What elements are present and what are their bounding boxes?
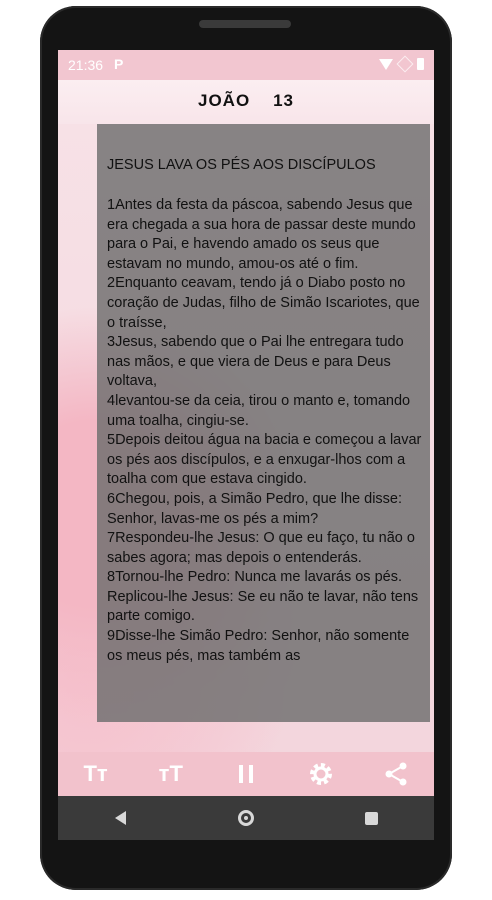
signal-icon [396,55,414,73]
settings-button[interactable] [301,756,341,792]
verse-1: 1Antes da festa da páscoa, sabendo Jesus… [107,197,416,272]
status-bar: 21:36 P [58,50,434,80]
wifi-icon [379,58,393,70]
pause-button[interactable] [226,756,266,792]
nav-recents-button[interactable] [351,798,391,838]
decrease-font-button[interactable]: Tт [76,756,116,792]
chapter-number: 13 [273,91,294,110]
decrease-font-icon: Tт [83,761,108,786]
verse-9: 9Disse-lhe Simão Pedro: Senhor, não some… [107,628,410,664]
share-button[interactable] [376,756,416,792]
back-icon [115,811,127,825]
notification-icon: P [114,56,124,72]
increase-font-button[interactable]: тT [151,756,191,792]
status-time: 21:36 [68,57,104,73]
app-header: JOÃO 13 [58,80,434,124]
verse-6: 6Chegou, pois, a Simão Pedro, que lhe di… [107,490,403,527]
increase-font-icon: тT [158,761,183,786]
bottom-toolbar: Tт тT [58,752,434,796]
verse-5: 5Depois deitou água na bacia e começou a… [107,432,422,488]
verse-2: 2Enquanto ceavam, tendo já o Diabo posto… [107,275,420,331]
nav-home-button[interactable] [226,798,266,838]
chapter-heading: JESUS LAVA OS PÉS AOS DISCÍPULOS [107,157,376,173]
share-icon [385,762,407,786]
verse-7: 7Respondeu-lhe Jesus: O que eu faço, tu … [107,530,415,566]
verse-4: 4levantou-se da ceia, tirou o manto e, t… [107,392,411,429]
home-icon [237,810,254,826]
settings-icon [310,763,333,785]
verse-list: 1Antes da festa da páscoa, sabendo Jesus… [107,196,423,666]
nav-back-button[interactable] [101,798,141,838]
verse-3: 3Jesus, sabendo que o Pai lhe entregara … [107,334,404,390]
pause-icon [238,765,253,783]
page-title: JOÃO 13 [58,91,434,111]
system-nav-bar [58,796,434,840]
screen: 21:36 P JOÃO 13 JESUS LAVA OS PÉS AOS DI… [58,50,434,840]
phone-frame: 21:36 P JOÃO 13 JESUS LAVA OS PÉS AOS DI… [40,6,452,890]
reading-panel[interactable]: JESUS LAVA OS PÉS AOS DISCÍPULOS 1Antes … [97,124,430,722]
recents-icon [364,811,378,825]
book-name: JOÃO [197,91,251,110]
verse-8: 8Tornou-lhe Pedro: Nunca me lavarás os p… [107,569,419,625]
battery-icon [417,58,424,70]
status-icons [379,55,424,73]
speaker-grille [199,20,291,28]
